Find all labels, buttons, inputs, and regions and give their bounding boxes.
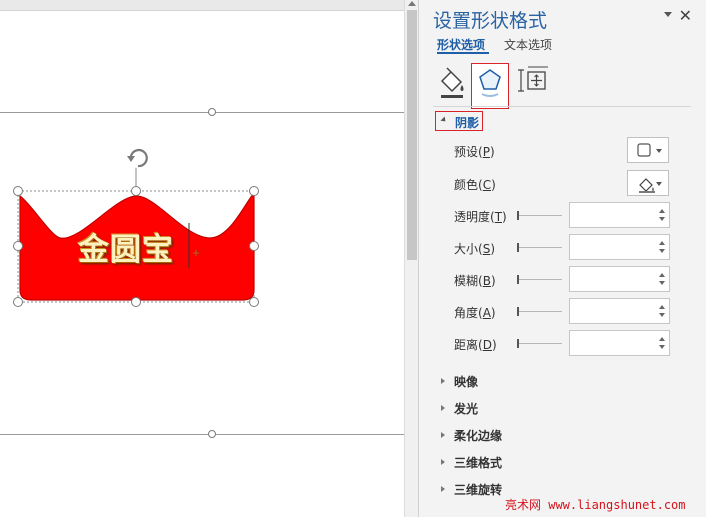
section-shadow-label: 阴影	[455, 116, 480, 130]
preset-label: 预设(P)	[454, 145, 495, 159]
rotate-handle-icon[interactable]	[127, 148, 148, 168]
watermark: 亮术网 www.liangshunet.com	[505, 498, 686, 512]
format-shape-pane: 设置形状格式 ✕ 形状选项 文本选项 阴影 预设(P) 颜色(C) 透明度(T)…	[419, 0, 706, 517]
section-shadow-header[interactable]: 阴影	[435, 111, 483, 131]
resize-handle-se[interactable]	[249, 297, 259, 307]
spin-up-icon[interactable]	[659, 209, 665, 213]
transparency-slider-knob[interactable]	[517, 211, 519, 220]
tab-shape-options[interactable]: 形状选项	[437, 36, 485, 53]
distance-label: 距离(D)	[454, 338, 497, 352]
spin-up-icon[interactable]	[659, 337, 665, 341]
spin-up-icon[interactable]	[659, 305, 665, 309]
blur-label: 模糊(B)	[454, 274, 496, 288]
scroll-thumb[interactable]	[407, 10, 417, 260]
distance-slider-knob[interactable]	[517, 339, 519, 348]
spin-down-icon[interactable]	[659, 249, 665, 253]
size-label: 大小(S)	[454, 242, 496, 256]
spin-up-icon[interactable]	[659, 241, 665, 245]
size-slider[interactable]	[517, 247, 562, 248]
shape-layer	[13, 148, 259, 307]
divider	[433, 106, 691, 107]
pane-options-dropdown-icon[interactable]	[664, 12, 672, 17]
expanded-triangle-icon	[440, 116, 448, 124]
distance-spinner[interactable]	[569, 330, 670, 356]
paint-bucket-icon	[639, 178, 655, 193]
resize-handle-n[interactable]	[131, 186, 141, 196]
resize-handle-e[interactable]	[249, 241, 259, 251]
scroll-up-arrow-icon[interactable]	[408, 1, 416, 6]
preset-dropdown[interactable]	[627, 137, 669, 163]
effects-icon	[479, 69, 501, 97]
resize-handle-sw[interactable]	[13, 297, 23, 307]
color-label: 颜色(C)	[454, 178, 496, 192]
preset-square-icon	[637, 143, 651, 157]
resize-handle-w[interactable]	[13, 241, 23, 251]
blur-slider-knob[interactable]	[517, 275, 519, 284]
angle-spinner[interactable]	[569, 298, 670, 324]
angle-slider[interactable]	[517, 311, 562, 312]
pane-title: 设置形状格式	[433, 10, 548, 32]
blur-spinner[interactable]	[569, 266, 670, 292]
spin-down-icon[interactable]	[659, 313, 665, 317]
spin-down-icon[interactable]	[659, 217, 665, 221]
document-canvas[interactable]: 金圆宝	[0, 0, 404, 517]
size-slider-knob[interactable]	[517, 243, 519, 252]
tab-text-options[interactable]: 文本选项	[504, 36, 552, 53]
collapsed-triangle-icon	[441, 432, 445, 438]
spin-down-icon[interactable]	[659, 281, 665, 285]
spin-down-icon[interactable]	[659, 345, 665, 349]
vertical-scrollbar[interactable]	[404, 0, 419, 517]
close-icon[interactable]: ✕	[679, 6, 692, 25]
fill-line-tab[interactable]	[433, 63, 473, 107]
size-properties-icon	[518, 66, 548, 92]
resize-handle-nw[interactable]	[13, 186, 23, 196]
angle-slider-knob[interactable]	[517, 307, 519, 316]
effects-tab[interactable]	[471, 63, 509, 109]
size-properties-tab[interactable]	[515, 63, 555, 107]
collapsed-triangle-icon	[441, 378, 445, 384]
chevron-down-icon	[656, 149, 662, 153]
size-spinner[interactable]	[569, 234, 670, 260]
blur-slider[interactable]	[517, 279, 562, 280]
tab-selected-underline	[437, 52, 489, 54]
transparency-slider[interactable]	[517, 215, 562, 216]
fill-line-icon	[440, 67, 464, 98]
collapsed-triangle-icon	[441, 486, 445, 492]
collapsed-triangle-icon	[441, 405, 445, 411]
angle-label: 角度(A)	[454, 306, 496, 320]
collapsed-triangle-icon	[441, 459, 445, 465]
shape-text[interactable]: 金圆宝	[78, 224, 193, 268]
distance-slider[interactable]	[517, 343, 562, 344]
chevron-down-icon	[656, 182, 662, 186]
resize-handle-ne[interactable]	[249, 186, 259, 196]
spin-up-icon[interactable]	[659, 273, 665, 277]
transparency-label: 透明度(T)	[454, 210, 507, 224]
transparency-spinner[interactable]	[569, 202, 670, 228]
color-dropdown[interactable]	[627, 170, 669, 196]
resize-handle-s[interactable]	[131, 297, 141, 307]
